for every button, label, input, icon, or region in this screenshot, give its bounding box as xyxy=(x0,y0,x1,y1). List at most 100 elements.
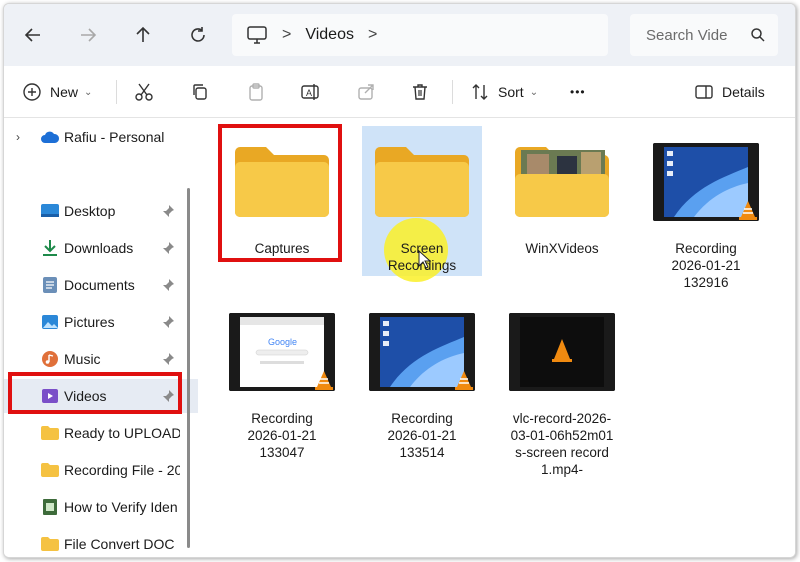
sidebar-item-label: Rafiu - Personal xyxy=(64,129,165,145)
pin-icon xyxy=(163,205,174,217)
share-button[interactable] xyxy=(356,78,376,106)
pin-icon xyxy=(163,279,174,291)
video-thumbnail: Google xyxy=(222,302,342,402)
sidebar-item-documents[interactable]: Documents xyxy=(4,268,198,302)
scissors-icon xyxy=(135,83,153,101)
svg-text:Google: Google xyxy=(268,337,297,347)
sidebar-item-how-to-verify[interactable]: How to Verify Iden xyxy=(4,490,198,524)
folder-preview-icon xyxy=(502,132,622,232)
highlight-box-captures xyxy=(218,124,342,262)
windows-desktop-thumbnail xyxy=(664,147,748,217)
file-name: Recording 2026-01-21 133047 xyxy=(247,411,317,460)
sidebar-item-label: File Convert DOC xyxy=(64,536,175,552)
paste-button[interactable] xyxy=(246,78,266,106)
pictures-icon xyxy=(40,312,60,332)
video-thumbnail xyxy=(362,302,482,402)
file-tile-winxvideos[interactable]: WinXVideos xyxy=(502,132,622,262)
file-tile-recording-133514[interactable]: Recording 2026-01-21 133514 xyxy=(362,302,482,462)
sidebar-item-label: Recording File - 20 xyxy=(64,462,180,478)
copy-button[interactable] xyxy=(190,78,210,106)
pin-icon xyxy=(163,353,174,365)
downloads-icon xyxy=(40,238,60,258)
refresh-button[interactable] xyxy=(181,18,215,52)
highlight-box-videos xyxy=(8,372,182,414)
video-thumbnail xyxy=(646,132,766,232)
vlc-cone-icon xyxy=(315,371,333,390)
music-icon xyxy=(40,349,60,369)
copy-icon xyxy=(193,84,207,100)
search-box[interactable] xyxy=(630,14,778,56)
file-list: Captures Screen Recordings WinXVideos Re… xyxy=(200,118,795,557)
rename-icon: A xyxy=(301,84,319,100)
cut-button[interactable] xyxy=(134,78,154,106)
sidebar-item-desktop[interactable]: Desktop xyxy=(4,194,198,228)
file-tile-vlc-record[interactable]: vlc-record-2026- 03-01-06h52m01 s-screen… xyxy=(502,302,622,477)
mouse-cursor-icon xyxy=(418,250,432,269)
new-label: New xyxy=(50,84,79,100)
command-bar: New ⌄ A Sort ⌄ ••• Details xyxy=(4,66,795,118)
chevron-right-icon: > xyxy=(282,26,292,43)
arrow-up-icon xyxy=(136,26,150,42)
up-button[interactable] xyxy=(126,18,160,52)
computer-icon xyxy=(247,26,267,44)
more-options-button[interactable]: ••• xyxy=(570,78,586,106)
file-tile-recording-133047[interactable]: Google Recording 2026-01-21 133047 xyxy=(222,302,342,462)
sort-label: Sort xyxy=(498,84,524,100)
details-label: Details xyxy=(722,84,765,100)
new-button[interactable]: New ⌄ xyxy=(22,78,92,106)
svg-text:A: A xyxy=(306,88,312,98)
address-field[interactable]: > Videos > xyxy=(232,14,608,56)
windows-desktop-thumbnail xyxy=(380,317,464,387)
arrow-right-icon xyxy=(81,28,97,42)
folder-icon xyxy=(40,534,60,554)
sort-button[interactable]: Sort ⌄ xyxy=(470,78,538,106)
chevron-down-icon: ⌄ xyxy=(84,86,93,98)
vlc-cone-icon xyxy=(455,371,473,390)
search-icon xyxy=(751,28,765,42)
sidebar-item-pictures[interactable]: Pictures xyxy=(4,305,198,339)
trash-icon xyxy=(413,84,427,100)
file-name: WinXVideos xyxy=(525,241,599,256)
sidebar-item-recording-file[interactable]: Recording File - 20 xyxy=(4,453,198,487)
file-tile-recording-132916[interactable]: Recording 2026-01-21 132916 xyxy=(646,132,766,292)
breadcrumb-videos[interactable]: Videos xyxy=(305,26,354,44)
file-icon xyxy=(40,497,60,517)
delete-button[interactable] xyxy=(410,78,430,106)
pin-icon xyxy=(163,242,174,254)
sidebar-item-music[interactable]: Music xyxy=(4,342,198,376)
sort-icon xyxy=(472,84,488,100)
folder-icon xyxy=(40,423,60,443)
folder-icon xyxy=(362,132,482,232)
vlc-cone-icon xyxy=(739,201,757,220)
forward-button[interactable] xyxy=(71,18,105,52)
sidebar-item-onedrive[interactable]: › Rafiu - Personal xyxy=(4,120,198,154)
navigation-pane: › Rafiu - Personal Desktop Downloads Doc… xyxy=(4,118,198,557)
sidebar-item-ready-to-upload[interactable]: Ready to UPLOAD xyxy=(4,416,198,450)
paste-icon xyxy=(249,83,263,101)
sidebar-item-file-convert-doc[interactable]: File Convert DOC xyxy=(4,527,198,557)
rename-button[interactable]: A xyxy=(300,78,320,106)
details-button[interactable]: Details xyxy=(694,78,765,106)
search-input[interactable] xyxy=(646,26,742,44)
address-bar-row: > Videos > xyxy=(4,4,795,66)
toolbar-divider xyxy=(452,80,453,104)
file-name: Recording 2026-01-21 133514 xyxy=(387,411,457,460)
video-thumbnail xyxy=(502,302,622,402)
plus-circle-icon xyxy=(23,83,41,101)
arrow-left-icon xyxy=(24,28,40,42)
sidebar-item-downloads[interactable]: Downloads xyxy=(4,231,198,265)
chevron-down-icon: ⌄ xyxy=(529,86,539,98)
desktop-icon xyxy=(40,201,60,221)
share-icon xyxy=(358,84,374,100)
sidebar-scrollbar[interactable] xyxy=(187,188,190,548)
file-name: vlc-record-2026- 03-01-06h52m01 s-screen… xyxy=(510,411,614,477)
chevron-right-icon[interactable]: > xyxy=(368,26,377,44)
file-tile-screen-recordings[interactable]: Screen Recordings xyxy=(362,126,482,282)
toolbar-divider xyxy=(116,80,117,104)
details-pane-icon xyxy=(695,85,713,99)
folder-icon xyxy=(40,460,60,480)
back-button[interactable] xyxy=(16,18,50,52)
refresh-icon xyxy=(191,27,205,42)
pin-icon xyxy=(163,316,174,328)
chevron-right-icon[interactable]: › xyxy=(16,130,20,144)
